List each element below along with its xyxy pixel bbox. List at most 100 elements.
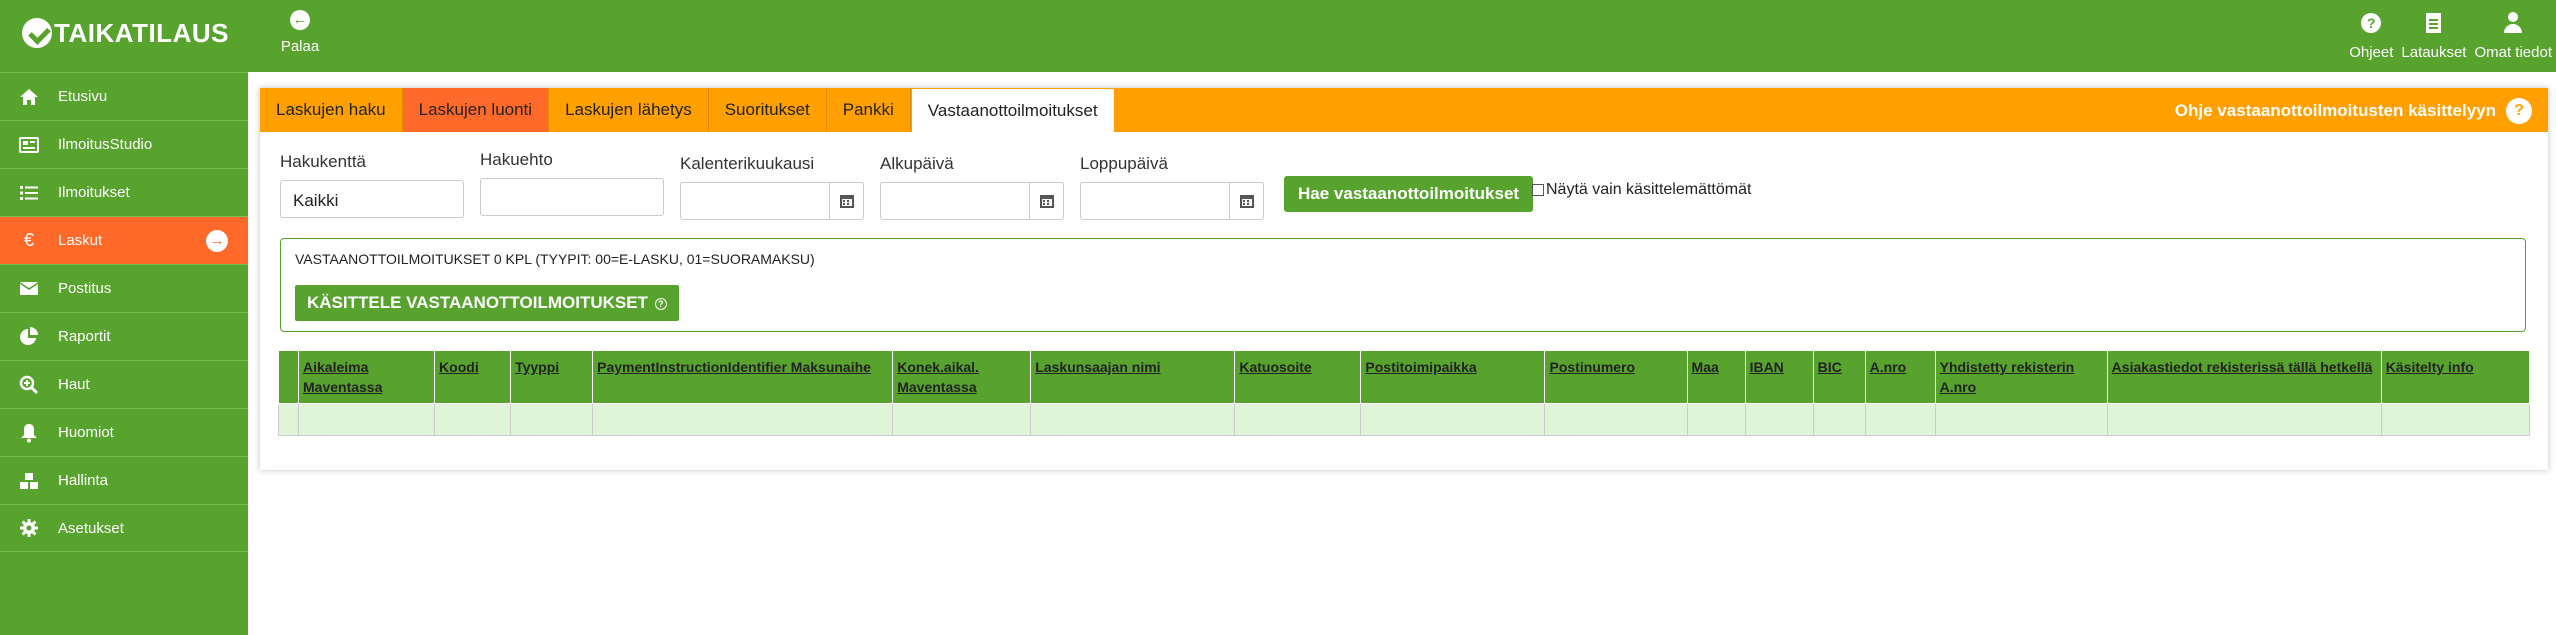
calendar-button[interactable] [1230, 182, 1264, 220]
help-icon: ? [2506, 98, 2532, 124]
hakukentta-select[interactable]: Kaikki [280, 180, 464, 218]
sidebar-item-raportit[interactable]: Raportit [0, 312, 248, 360]
help-icon: ? [2361, 13, 2382, 33]
calendar-button[interactable] [1030, 182, 1064, 220]
table-header-row: Aikaleima Maventassa Koodi Tyyppi Paymen… [278, 350, 2531, 404]
top-nav-label: Lataukset [2401, 44, 2467, 61]
tab-pankki[interactable]: Pankki [826, 88, 911, 132]
calendar-button[interactable] [830, 182, 864, 220]
column-header[interactable]: Asiakastiedot rekisterissä tällä hetkell… [2106, 350, 2382, 404]
field-loppupaiva: Loppupäivä [1080, 154, 1264, 220]
column-header[interactable]: Aikaleima Maventassa [297, 350, 436, 404]
sidebar-item-haut[interactable]: Haut [0, 360, 248, 408]
sidebar-item-laskut[interactable]: € Laskut → [0, 216, 248, 264]
notifications-table: Aikaleima Maventassa Koodi Tyyppi Paymen… [278, 350, 2531, 436]
arrow-left-icon: ← [290, 10, 310, 30]
field-hakuehto: Hakuehto [480, 150, 664, 216]
column-header[interactable]: Maa [1686, 350, 1746, 404]
pie-chart-icon [0, 326, 58, 347]
sidebar-item-label: Postitus [58, 280, 112, 297]
column-header[interactable]: Postitoimipaikka [1360, 350, 1546, 404]
field-kalenterikuukausi: Kalenterikuukausi [680, 154, 864, 220]
sidebar-item-asetukset[interactable]: Asetukset [0, 504, 248, 552]
table-cell [1544, 403, 1688, 436]
home-icon [0, 88, 58, 106]
logo-text: TAIKATILAUS [54, 17, 229, 48]
sidebar-item-ilmoitukset[interactable]: Ilmoitukset [0, 168, 248, 216]
back-button[interactable]: ← Palaa [276, 8, 324, 55]
column-header[interactable]: Laskunsaajan nimi [1030, 350, 1236, 404]
column-header[interactable]: A.nro [1864, 350, 1936, 404]
sidebar-item-label: Raportit [58, 328, 111, 345]
question-icon: ? [654, 297, 667, 310]
tab-laskujen-lahetys[interactable]: Laskujen lähetys [549, 88, 709, 132]
column-header[interactable]: IBAN [1744, 350, 1814, 404]
table-cell [510, 403, 594, 436]
unprocessed-only-label: Näytä vain käsittelemättömät [1546, 181, 1752, 198]
top-nav-label: Omat tiedot [2474, 44, 2552, 61]
sidebar-item-etusivu[interactable]: Etusivu [0, 72, 248, 120]
tab-laskujen-haku[interactable]: Laskujen haku [260, 88, 403, 132]
column-header[interactable]: Yhdistetty rekisterin A.nro [1934, 350, 2108, 404]
table-cell [1234, 403, 1362, 436]
table-cell [1934, 403, 2108, 436]
field-hakukentta: Hakukenttä Kaikki [280, 152, 464, 218]
top-nav-lataukset[interactable]: Lataukset [2397, 8, 2470, 68]
alkupaiva-label: Alkupäivä [880, 154, 954, 173]
sidebar-item-postitus[interactable]: Postitus [0, 264, 248, 312]
arrow-right-icon: → [206, 230, 228, 252]
tab-help-link[interactable]: Ohje vastaanottoilmoitusten käsittelyyn … [2175, 98, 2532, 124]
user-icon [2502, 12, 2524, 34]
table-cell [297, 403, 436, 436]
unprocessed-only-toggle[interactable]: Näytä vain käsittelemättömät [1532, 181, 1751, 199]
search-plus-icon [0, 375, 58, 395]
app-logo[interactable]: TAIKATILAUS [22, 16, 229, 50]
sidebar-item-label: Huomiot [58, 424, 114, 441]
list-icon [0, 185, 58, 201]
sidebar: Etusivu IlmoitusStudio Ilmoitukset € Las… [0, 72, 248, 635]
alkupaiva-input[interactable] [880, 182, 1030, 220]
search-button[interactable]: Hae vastaanottoilmoitukset [1284, 176, 1534, 212]
sidebar-item-hallinta[interactable]: Hallinta [0, 456, 248, 504]
kalenterikuukausi-label: Kalenterikuukausi [680, 154, 815, 173]
top-nav-label: Ohjeet [2349, 44, 2394, 61]
process-notifications-button[interactable]: KÄSITTELE VASTAANOTTOILMOITUKSET ? [295, 285, 679, 321]
sidebar-item-label: Asetukset [58, 519, 124, 537]
sidebar-item-label: Etusivu [58, 88, 108, 105]
column-header[interactable]: Koodi [434, 350, 512, 404]
field-alkupaiva: Alkupäivä [880, 154, 1064, 220]
column-header[interactable]: BIC [1812, 350, 1866, 404]
table-cell [2380, 403, 2531, 436]
table-row[interactable] [278, 403, 2531, 436]
column-header[interactable]: Katuosoite [1234, 350, 1362, 404]
table-cell [1030, 403, 1236, 436]
column-header[interactable]: Käsitelty info [2380, 350, 2531, 404]
tab-laskujen-luonti[interactable]: Laskujen luonti [402, 88, 550, 132]
top-nav-omat-tiedot[interactable]: Omat tiedot [2470, 8, 2556, 68]
kalenterikuukausi-input[interactable] [680, 182, 830, 220]
document-icon [2426, 13, 2442, 33]
sidebar-item-label: Hallinta [58, 472, 109, 489]
column-header[interactable] [278, 350, 299, 404]
sidebar-item-huomiot[interactable]: Huomiot [0, 408, 248, 456]
bell-icon [0, 423, 58, 443]
hakukentta-label: Hakukenttä [280, 152, 366, 171]
table-cell [592, 403, 894, 436]
tab-suoritukset[interactable]: Suoritukset [708, 88, 827, 132]
tab-vastaanottoilmoitukset[interactable]: Vastaanottoilmoitukset [910, 88, 1115, 132]
column-header[interactable]: Postinumero [1544, 350, 1688, 404]
sidebar-item-label: Haut [58, 376, 90, 393]
gear-icon [0, 518, 58, 538]
column-header[interactable]: Konek.aikal. Maventassa [892, 350, 1032, 404]
hakuehto-input[interactable] [480, 178, 664, 216]
sidebar-item-ilmoitusstudio[interactable]: IlmoitusStudio [0, 120, 248, 168]
sidebar-item-label: IlmoitusStudio [58, 136, 153, 153]
loppupaiva-input[interactable] [1080, 182, 1230, 220]
column-header[interactable]: Tyyppi [510, 350, 594, 404]
top-header: TAIKATILAUS ← Palaa ? Ohjeet Lataukset O… [0, 0, 2556, 72]
top-nav-ohjeet[interactable]: ? Ohjeet [2345, 8, 2397, 68]
column-header[interactable]: PaymentInstructionIdentifier Maksunaihe [592, 350, 894, 404]
sidebar-item-label: Ilmoitukset [58, 184, 130, 201]
unprocessed-only-checkbox[interactable] [1532, 184, 1544, 196]
table-cell [2106, 403, 2382, 436]
